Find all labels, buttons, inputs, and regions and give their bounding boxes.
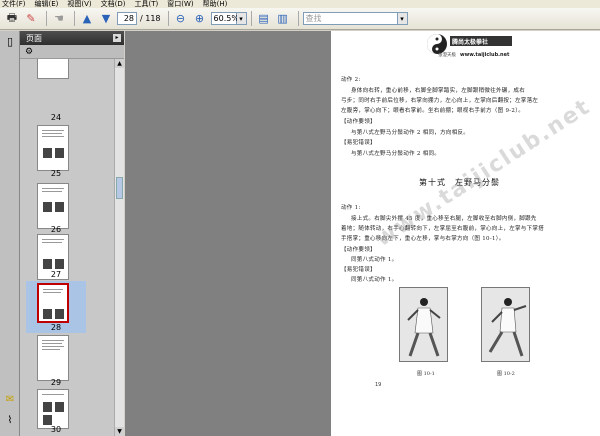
options-icon[interactable]: ⚙	[25, 47, 33, 57]
zoom-dropdown[interactable]: ▾	[236, 12, 247, 25]
doc-text-line: 动作 2:	[341, 77, 361, 83]
printer-icon: 🖶	[6, 11, 18, 24]
figure-caption-left: 图 10-1	[417, 371, 435, 377]
plus-circle-icon: ⊕	[194, 12, 205, 25]
doc-text-line: 身体向右转，重心前移，右脚全脚掌踏实，左脚跟稍微往外碾，成右	[351, 88, 526, 94]
thumbnail-label: 25	[50, 169, 62, 178]
doc-text-line: 接上式。右脚尖外摆 45 度，重心移至右腿，左脚收至右脚内侧，脚跟先	[351, 216, 537, 222]
fit-page-icon: ▤	[258, 12, 269, 25]
panel-options-button[interactable]: ▸	[113, 34, 121, 42]
navigation-strip: ▯ ✉ ⌇	[0, 31, 20, 436]
scrollbar-thumb[interactable]	[116, 177, 123, 199]
hand-icon: ☚	[54, 12, 64, 25]
fit-width-icon: ▥	[277, 12, 288, 25]
document-viewport[interactable]: 腾尚太极拳社 张澄天极 www.taijiclub.net 动作 2: 身体向右…	[125, 31, 600, 436]
pages-icon[interactable]: ▯	[3, 35, 17, 49]
toolbar-separator	[167, 11, 169, 26]
doc-text-line: 【动作要领】	[341, 247, 376, 253]
print-button[interactable]: 🖶	[4, 11, 20, 27]
menu-window[interactable]: 窗口(W)	[167, 0, 193, 8]
search-input[interactable]: 查找	[302, 12, 398, 25]
toolbar-separator	[250, 11, 252, 26]
thumbnail-list: 24 25 26 27 28 29 30	[20, 59, 114, 436]
thumbnail-label: 29	[50, 378, 62, 387]
doc-text-line: 弓步；同时右手前后位移，右掌向掤力，左心向上，左掌向后翻按；左掌落左	[341, 98, 539, 104]
toolbar-separator	[297, 11, 299, 26]
edit-tools-button[interactable]: ✎	[23, 11, 39, 27]
arrow-up-icon: ▲	[82, 12, 92, 25]
scroll-up-arrow[interactable]: ▲	[115, 59, 124, 68]
menu-document[interactable]: 文档(D)	[101, 0, 126, 8]
doc-text-line: 与第八式左野马分鬃动作 2 相同。	[351, 151, 441, 157]
attachment-icon[interactable]: ⌇	[3, 415, 17, 427]
logo-url: www.taijiclub.net	[460, 52, 510, 58]
doc-text-line: 【易犯错误】	[341, 140, 376, 146]
doc-text-line: 【动作要领】	[341, 119, 376, 125]
chevron-down-icon: ▾	[400, 14, 404, 23]
figure-photo-left	[399, 287, 448, 362]
page-number: 19	[375, 382, 382, 388]
arrow-down-icon: ▼	[101, 12, 111, 25]
document-page: 腾尚太极拳社 张澄天极 www.taijiclub.net 动作 2: 身体向右…	[331, 31, 600, 436]
toolbar-separator	[46, 11, 47, 26]
hand-tool-button[interactable]: ☚	[51, 11, 67, 27]
chevron-down-icon: ▸	[115, 34, 119, 41]
chevron-down-icon: ▾	[239, 14, 243, 23]
figure-photo-right	[481, 287, 530, 362]
fit-page-button[interactable]: ▤	[256, 11, 272, 27]
scroll-down-arrow[interactable]: ▼	[115, 427, 124, 436]
pages-panel: 页面 ▸ ⚙ 24 25 26 27 28 29 30 ▲ ▼	[20, 31, 124, 436]
menu-bar: 文件(F) 编辑(E) 视图(V) 文档(D) 工具(T) 窗口(W) 帮助(H…	[0, 0, 600, 8]
zoom-input[interactable]: 60.5%	[210, 12, 239, 25]
toolbar-separator	[74, 11, 75, 26]
thumbnail-label: 27	[50, 270, 62, 279]
doc-text-line: 同第八式动作 1。	[351, 277, 398, 283]
menu-view[interactable]: 视图(V)	[67, 0, 91, 8]
comments-icon[interactable]: ✉	[3, 394, 17, 406]
page-thumbnail[interactable]	[37, 125, 69, 171]
figure-caption-right: 图 10-2	[497, 371, 515, 377]
thumbnail-label: 24	[50, 113, 62, 122]
doc-text-line: 动作 1:	[341, 205, 361, 211]
page-thumbnail-current[interactable]	[37, 283, 69, 323]
previous-page-button[interactable]: ▲	[79, 11, 95, 27]
page-thumbnail[interactable]	[37, 183, 69, 229]
menu-tools[interactable]: 工具(T)	[135, 0, 159, 8]
next-page-button[interactable]: ▼	[98, 11, 114, 27]
page-thumbnail[interactable]	[37, 335, 69, 381]
zoom-out-button[interactable]: ⊖	[173, 11, 189, 27]
search-dropdown[interactable]: ▾	[397, 12, 408, 25]
thumbnail-label: 28	[50, 323, 62, 332]
logo-subtitle: 张澄天极	[438, 53, 456, 58]
thumbnail-scrollbar[interactable]: ▲ ▼	[114, 59, 124, 436]
doc-text-line: 手搭掌；重心移向左下，重心左移，掌与右掌方向（图 10-1）。	[341, 236, 505, 242]
panel-title: 页面	[26, 33, 42, 43]
menu-edit[interactable]: 编辑(E)	[35, 0, 59, 8]
zoom-in-button[interactable]: ⊕	[192, 11, 208, 27]
logo-text: 腾尚太极拳社	[452, 39, 489, 46]
edit-icon: ✎	[26, 12, 36, 25]
panel-header: 页面 ▸	[20, 31, 124, 45]
menu-help[interactable]: 帮助(H)	[203, 0, 228, 8]
panel-toolbar: ⚙	[20, 45, 124, 59]
doc-text-line: 同第八式动作 1。	[351, 257, 398, 263]
doc-text-line: 左腹旁，掌心向下；眼看右掌前。坐右前掤；眼视右手前方（图 9-2）。	[341, 108, 525, 114]
thumbnail-label: 26	[50, 225, 62, 234]
doc-text-line: 与第八式左野马分鬃动作 2 相同，方向相反。	[351, 130, 470, 136]
menu-file[interactable]: 文件(F)	[2, 0, 26, 8]
minus-circle-icon: ⊖	[175, 12, 186, 25]
total-pages: / 118	[140, 14, 161, 23]
page-thumbnail[interactable]	[37, 389, 69, 429]
fit-width-button[interactable]: ▥	[275, 11, 291, 27]
thumbnail-label: 30	[50, 425, 62, 434]
page-thumbnail[interactable]	[37, 59, 69, 79]
toolbar: 🖶 ✎ ☚ ▲ ▼ 28 / 118 ⊖ ⊕ 60.5% ▾ ▤ ▥ 查找 ▾	[0, 8, 600, 30]
doc-text-line: 【易犯错误】	[341, 267, 376, 273]
page-number-input[interactable]: 28	[117, 12, 137, 25]
